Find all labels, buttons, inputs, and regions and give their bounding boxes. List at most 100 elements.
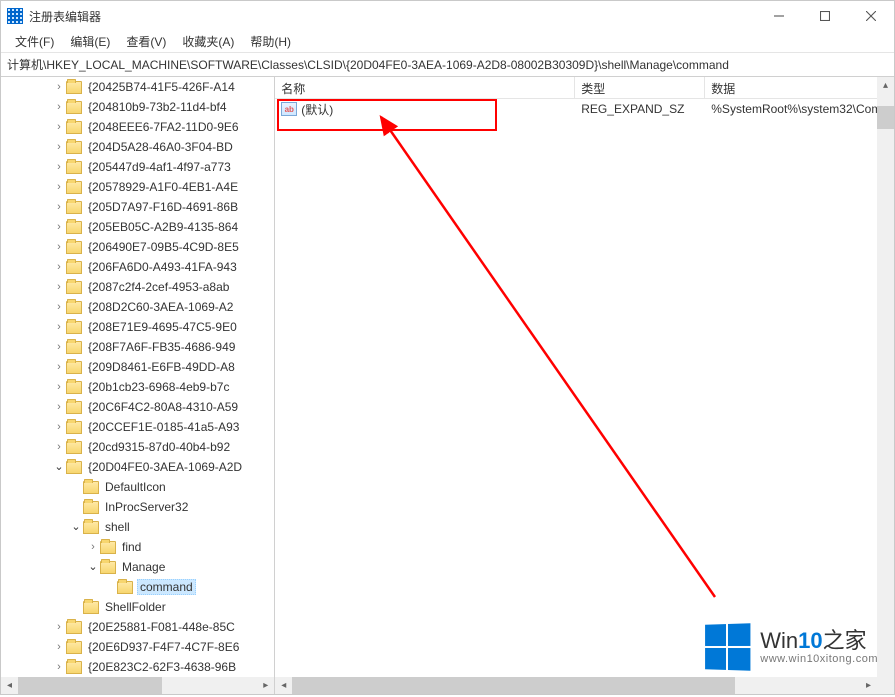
chevron-right-icon[interactable]: › [52, 342, 66, 353]
value-type: REG_EXPAND_SZ [575, 101, 705, 117]
chevron-right-icon[interactable]: › [52, 362, 66, 373]
scroll-track-h2[interactable] [292, 677, 860, 694]
chevron-right-icon[interactable]: › [52, 222, 66, 233]
scroll-thumb-h2[interactable] [292, 677, 735, 694]
tree-list[interactable]: ›{20425B74-41F5-426F-A14›{204810b9-73b2-… [1, 77, 274, 677]
tree-node[interactable]: ›{205EB05C-A2B9-4135-864 [1, 217, 274, 237]
tree-node[interactable]: › {20C6F4C2-80A8-4310-A59 [1, 397, 274, 417]
chevron-right-icon[interactable]: › [52, 642, 66, 653]
tree-node[interactable]: ›{20E823C2-62F3-4638-96B [1, 657, 274, 677]
folder-icon [66, 101, 82, 114]
chevron-right-icon[interactable]: › [52, 162, 66, 173]
chevron-right-icon[interactable]: › [52, 242, 66, 253]
chevron-right-icon[interactable]: › [52, 182, 66, 193]
tree-node[interactable]: ›{208D2C60-3AEA-1069-A2 [1, 297, 274, 317]
tree-node[interactable]: ›{2048EEE6-7FA2-11D0-9E6 [1, 117, 274, 137]
tree-node[interactable]: ›{204D5A28-46A0-3F04-BD [1, 137, 274, 157]
column-header-type[interactable]: 类型 [575, 77, 705, 98]
chevron-down-icon[interactable]: ⌄ [69, 522, 83, 533]
scroll-left-button[interactable]: ◂ [1, 677, 18, 694]
folder-icon [66, 81, 82, 94]
annotation-overlay [275, 77, 894, 694]
chevron-right-icon[interactable]: › [52, 122, 66, 133]
folder-icon [66, 221, 82, 234]
maximize-button[interactable] [802, 1, 848, 31]
tree-scrollbar-horizontal[interactable]: ◂ ▸ [1, 677, 274, 694]
chevron-right-icon[interactable]: › [52, 382, 66, 393]
chevron-right-icon[interactable]: › [52, 322, 66, 333]
win10-logo-icon [705, 623, 750, 671]
tree-node[interactable]: ⌄ Manage [1, 557, 274, 577]
menu-view[interactable]: 查看(V) [118, 30, 174, 53]
chevron-right-icon[interactable]: › [86, 542, 100, 553]
chevron-right-icon[interactable]: › [52, 422, 66, 433]
values-scrollbar-vertical[interactable]: ▴ ▾ [877, 77, 894, 694]
chevron-right-icon[interactable]: › [52, 662, 66, 673]
tree-node[interactable]: ›{20E25881-F081-448e-85C [1, 617, 274, 637]
tree-node[interactable]: ›{205447d9-4af1-4f97-a773 [1, 157, 274, 177]
tree-node[interactable]: ›{2087c2f4-2cef-4953-a8ab [1, 277, 274, 297]
scroll-right-button[interactable]: ▸ [257, 677, 274, 694]
chevron-right-icon[interactable]: › [52, 202, 66, 213]
tree-node[interactable]: ›find [1, 537, 274, 557]
scroll-right-button-2[interactable]: ▸ [860, 677, 877, 694]
tree-node[interactable]: › {206490E7-09B5-4C9D-8E5 [1, 237, 274, 257]
scroll-thumb[interactable] [18, 677, 162, 694]
tree-node[interactable]: command [1, 577, 274, 597]
column-header-name[interactable]: 名称 [275, 77, 575, 98]
chevron-right-icon[interactable]: › [52, 102, 66, 113]
chevron-right-icon[interactable]: › [52, 142, 66, 153]
tree-node[interactable]: ›{20578929-A1F0-4EB1-A4E [1, 177, 274, 197]
tree-node[interactable]: ›{20cd9315-87d0-40b4-b92 [1, 437, 274, 457]
close-button[interactable] [848, 1, 894, 31]
tree-node[interactable]: ›{205D7A97-F16D-4691-86B [1, 197, 274, 217]
scroll-thumb-v[interactable] [877, 106, 894, 129]
chevron-right-icon[interactable]: › [52, 282, 66, 293]
tree-node[interactable]: DefaultIcon [1, 477, 274, 497]
tree-node[interactable]: ›{209D8461-E6FB-49DD-A8 [1, 357, 274, 377]
scroll-track[interactable] [18, 677, 257, 694]
tree-node-label: {206490E7-09B5-4C9D-8E5 [86, 240, 241, 254]
tree-node[interactable]: ›{208E71E9-4695-47C5-9E0 [1, 317, 274, 337]
folder-icon [83, 481, 99, 494]
values-list[interactable]: ab(默认)REG_EXPAND_SZ%SystemRoot%\system32… [275, 99, 894, 119]
folder-icon [66, 241, 82, 254]
chevron-right-icon[interactable]: › [52, 82, 66, 93]
tree-node[interactable]: ›{208F7A6F-FB35-4686-949 [1, 337, 274, 357]
tree-node[interactable]: ShellFolder [1, 597, 274, 617]
menu-file[interactable]: 文件(F) [7, 30, 62, 53]
tree-node-label: {20C6F4C2-80A8-4310-A59 [86, 400, 240, 414]
tree-node[interactable]: ›{20CCEF1E-0185-41a5-A93 [1, 417, 274, 437]
tree-node[interactable]: ⌄shell [1, 517, 274, 537]
chevron-right-icon[interactable]: › [52, 402, 66, 413]
chevron-right-icon[interactable]: › [52, 622, 66, 633]
titlebar: 注册表编辑器 [1, 1, 894, 31]
chevron-down-icon[interactable]: ⌄ [86, 562, 100, 573]
address-bar[interactable]: 计算机\HKEY_LOCAL_MACHINE\SOFTWARE\Classes\… [1, 53, 894, 77]
column-header-data[interactable]: 数据 [705, 77, 894, 98]
tree-node[interactable]: ›{20E6D937-F4F7-4C7F-8E6 [1, 637, 274, 657]
tree-node[interactable]: ›{20425B74-41F5-426F-A14 [1, 77, 274, 97]
menu-help[interactable]: 帮助(H) [242, 30, 299, 53]
chevron-right-icon[interactable]: › [52, 442, 66, 453]
value-row[interactable]: ab(默认)REG_EXPAND_SZ%SystemRoot%\system32… [275, 99, 894, 119]
values-pane: 名称 类型 数据 ab(默认)REG_EXPAND_SZ%SystemRoot%… [275, 77, 894, 694]
menu-favorites[interactable]: 收藏夹(A) [174, 30, 242, 53]
chevron-right-icon[interactable]: › [52, 262, 66, 273]
tree-node-label: Manage [120, 560, 167, 574]
tree-node[interactable]: InProcServer32 [1, 497, 274, 517]
tree-node[interactable]: ›{206FA6D0-A493-41FA-943 [1, 257, 274, 277]
tree-node[interactable]: ›{20b1cb23-6968-4eb9-b7c [1, 377, 274, 397]
chevron-right-icon[interactable]: › [52, 302, 66, 313]
menu-edit[interactable]: 编辑(E) [62, 30, 118, 53]
scroll-up-button[interactable]: ▴ [877, 77, 894, 94]
tree-node[interactable]: ⌄{20D04FE0-3AEA-1069-A2D [1, 457, 274, 477]
scroll-track-v[interactable] [877, 94, 894, 677]
values-scrollbar-horizontal[interactable]: ◂ ▸ [275, 677, 877, 694]
minimize-button[interactable] [756, 1, 802, 31]
folder-icon [66, 201, 82, 214]
tree-node-label: {204810b9-73b2-11d4-bf4 [86, 100, 229, 114]
chevron-down-icon[interactable]: ⌄ [52, 462, 66, 473]
scroll-left-button-2[interactable]: ◂ [275, 677, 292, 694]
tree-node[interactable]: › {204810b9-73b2-11d4-bf4 [1, 97, 274, 117]
